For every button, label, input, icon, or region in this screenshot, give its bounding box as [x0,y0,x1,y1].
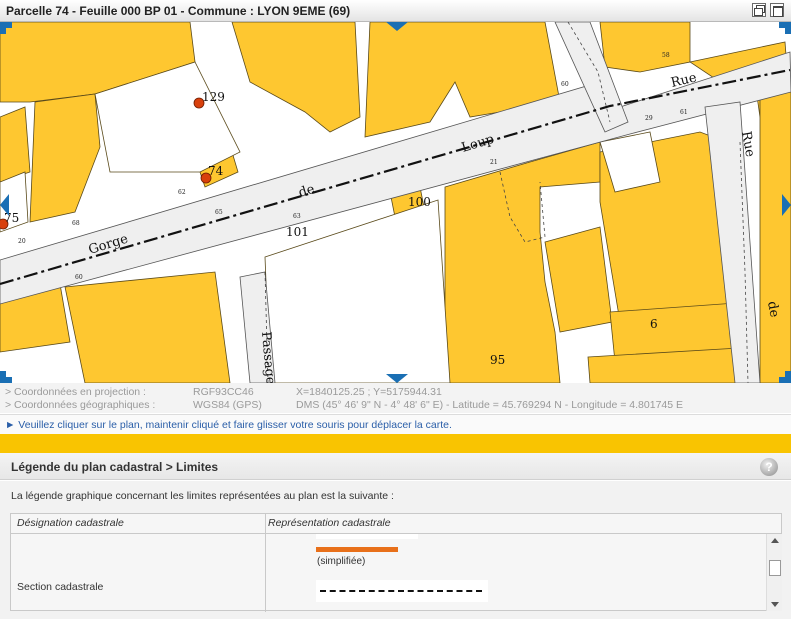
legend-intro: La légende graphique concernant les limi… [11,490,394,502]
legend-body: La légende graphique concernant les limi… [0,481,791,619]
coordinates-panel: > Coordonnées en projection : RGF93CC46 … [0,383,791,413]
help-icon[interactable]: ? [760,458,778,476]
map-drag-hint: ► Veuillez cliquer sur le plan, mainteni… [0,414,791,434]
small-number-label: 60 [75,274,83,281]
small-number-label: 63 [293,213,301,220]
parcel-label-95: 95 [490,353,505,367]
parcel-label-129: 129 [202,90,225,104]
column-header-designation: Désignation cadastrale [17,517,124,529]
map-corner-marker [0,371,12,383]
small-number-label: 62 [178,189,186,196]
map-corner-marker [779,22,791,34]
geographic-label: > Coordonnées géographiques : [5,399,156,411]
legend-scrollbar[interactable] [766,534,782,611]
legend-swatch-section-line [316,580,488,602]
legend-swatch-orange [316,547,398,552]
column-divider [265,514,266,612]
legend-row-label: Section cadastrale [17,581,104,593]
legend-table: Désignation cadastrale Représentation ca… [10,513,782,612]
restore-window-icon[interactable] [752,3,766,17]
pan-right-arrow-icon[interactable] [782,194,791,216]
parcel-label-6: 6 [650,317,658,331]
map-corner-marker [0,22,12,34]
maximize-window-icon[interactable] [770,3,784,17]
small-number-label: 20 [18,238,26,245]
scroll-down-icon[interactable] [771,602,779,607]
legend-swatch-line [316,534,418,539]
map-corner-marker [779,371,791,383]
projection-label: > Coordonnées en projection : [5,386,146,398]
geographic-system: WGS84 (GPS) [193,399,262,411]
projection-system: RGF93CC46 [193,386,254,398]
cadastral-map[interactable]: Gorge de Loup Rue Rue de Passage 129 74 … [0,22,791,383]
small-number-label: 21 [490,159,498,166]
window-title-bar: Parcelle 74 - Feuille 000 BP 01 - Commun… [0,0,791,22]
legend-title: Légende du plan cadastral > Limites [11,460,219,474]
geographic-value: DMS (45° 46' 9" N - 4° 48' 6" E) - Latit… [296,399,684,411]
scroll-up-icon[interactable] [771,538,779,543]
street-label-de-2: de [764,300,782,319]
pan-down-arrow-icon[interactable] [386,374,408,383]
legend-simplified-note: (simplifiée) [317,556,366,567]
small-number-label: 68 [72,220,80,227]
legend-header: Légende du plan cadastral > Limites ? [0,453,791,480]
column-header-representation: Représentation cadastrale [268,517,391,529]
projection-value: X=1840125.25 ; Y=5175944.31 [296,386,442,398]
small-number-label: 65 [215,209,223,216]
scroll-thumb[interactable] [769,560,781,576]
parcel-label-74: 74 [208,164,224,178]
small-number-label: 58 [662,52,670,59]
pan-up-arrow-icon[interactable] [386,22,408,31]
small-number-label: 61 [680,109,688,116]
parcel-label-100: 100 [408,195,431,209]
parcel-label-101: 101 [286,225,309,239]
window-title: Parcelle 74 - Feuille 000 BP 01 - Commun… [6,4,351,18]
legend-table-header: Désignation cadastrale Représentation ca… [11,514,781,534]
map-canvas[interactable]: Gorge de Loup Rue Rue de Passage 129 74 … [0,22,791,383]
separator-band [0,434,791,453]
small-number-label: 60 [561,81,569,88]
small-number-label: 29 [645,115,653,122]
pan-left-arrow-icon[interactable] [0,194,9,216]
